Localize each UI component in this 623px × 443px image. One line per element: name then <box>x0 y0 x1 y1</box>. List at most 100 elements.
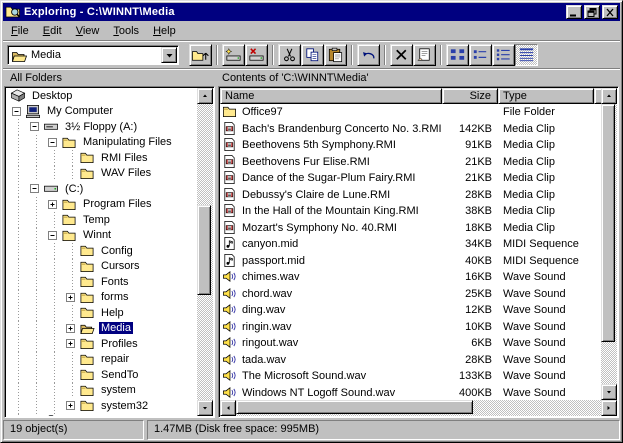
undo-button[interactable] <box>357 44 380 66</box>
tree-item-repair[interactable]: repair <box>6 352 197 368</box>
tree-item-profiles[interactable]: Profiles <box>6 336 197 352</box>
tree-item-config[interactable]: Config <box>6 243 197 259</box>
file-row[interactable]: Beethovens 5th Symphony.RMI91KBMedia Cli… <box>220 137 601 154</box>
address-dropdown-button[interactable] <box>161 47 177 63</box>
tree-vertical-scrollbar[interactable] <box>197 88 213 416</box>
tree-guide <box>9 259 27 275</box>
tree-item-desktop[interactable]: Desktop <box>6 88 197 104</box>
tree-item-winnt[interactable]: Winnt <box>6 228 197 244</box>
file-row[interactable]: ding.wav12KBWave Sound <box>220 302 601 319</box>
scroll-down-button[interactable] <box>601 384 617 400</box>
column-header-sliver[interactable] <box>594 88 601 104</box>
tree-item-label: system32 <box>99 400 150 412</box>
menu-file[interactable]: File <box>4 23 36 39</box>
list-horizontal-scrollbar[interactable] <box>220 400 617 416</box>
address-combobox[interactable]: Media <box>7 45 179 65</box>
tree-expander-plus[interactable] <box>45 197 60 213</box>
tree-item-fonts[interactable]: Fonts <box>6 274 197 290</box>
scroll-thumb[interactable] <box>601 104 615 342</box>
tree-item-wav-files[interactable]: WAV Files <box>6 166 197 182</box>
tree-item-sendto[interactable]: SendTo <box>6 367 197 383</box>
disconnect-network-drive-button[interactable] <box>245 44 268 66</box>
cut-button[interactable] <box>278 44 301 66</box>
file-row[interactable]: The Microsoft Sound.wav133KBWave Sound <box>220 368 601 385</box>
tree-item-temp[interactable]: Temp <box>6 212 197 228</box>
close-button[interactable] <box>602 5 618 19</box>
tree-item-program-files[interactable]: Program Files <box>6 197 197 213</box>
file-row[interactable]: tada.wav28KBWave Sound <box>220 352 601 369</box>
minimize-button[interactable] <box>566 5 582 19</box>
paste-button[interactable] <box>324 44 347 66</box>
column-header-size[interactable]: Size <box>442 88 498 104</box>
restore-button[interactable] <box>584 5 600 19</box>
tree-expander-plus[interactable] <box>63 398 78 414</box>
small-icons-button[interactable] <box>469 44 492 66</box>
list-button[interactable] <box>492 44 515 66</box>
scroll-left-button[interactable] <box>220 400 236 416</box>
scroll-thumb[interactable] <box>236 400 473 414</box>
tree-item-system32[interactable]: system32 <box>6 398 197 414</box>
tree-item-my-computer[interactable]: My Computer <box>6 104 197 120</box>
scroll-up-button[interactable] <box>601 88 617 104</box>
file-row[interactable]: passport.mid40KBMIDI Sequence <box>220 253 601 270</box>
file-row[interactable]: ringin.wav10KBWave Sound <box>220 319 601 336</box>
tree-item-help[interactable]: Help <box>6 305 197 321</box>
file-row[interactable]: In the Hall of the Mountain King.RMI38KB… <box>220 203 601 220</box>
tree-item-manipulating-files[interactable]: Manipulating Files <box>6 135 197 151</box>
file-row[interactable]: Dance of the Sugar-Plum Fairy.RMI21KBMed… <box>220 170 601 187</box>
column-header-type[interactable]: Type <box>498 88 594 104</box>
file-row[interactable]: Debussy's Claire de Lune.RMI28KBMedia Cl… <box>220 187 601 204</box>
tree-expander-minus[interactable] <box>45 135 60 151</box>
file-row[interactable]: Mozart's Symphony No. 40.RMI18KBMedia Cl… <box>220 220 601 237</box>
delete-button[interactable] <box>390 44 413 66</box>
media-clip-icon <box>222 203 238 219</box>
menu-help[interactable]: Help <box>146 23 183 39</box>
file-row[interactable]: Office97File Folder <box>220 104 601 121</box>
tree-item-rmi-files[interactable]: RMI Files <box>6 150 197 166</box>
tree-item-forms[interactable]: forms <box>6 290 197 306</box>
column-header-name[interactable]: Name <box>220 88 442 104</box>
tree-item-c[interactable]: (C:) <box>6 181 197 197</box>
file-row[interactable]: Bach's Brandenburg Concerto No. 3.RMI142… <box>220 121 601 138</box>
tree-item-media[interactable]: Media <box>6 321 197 337</box>
tree-expander-plus[interactable] <box>27 414 42 417</box>
tree-expander-minus[interactable] <box>27 181 42 197</box>
tree-guide <box>45 321 63 337</box>
scroll-right-button[interactable] <box>601 400 617 416</box>
file-row[interactable]: Windows NT Logoff Sound.wav400KBWave Sou… <box>220 385 601 401</box>
list-vertical-scrollbar[interactable] <box>601 88 617 400</box>
tree-item-3-floppy-a[interactable]: 3½ Floppy (A:) <box>6 119 197 135</box>
menu-edit[interactable]: Edit <box>36 23 69 39</box>
scroll-down-button[interactable] <box>197 400 213 416</box>
up-one-level-button[interactable] <box>189 44 212 66</box>
file-row[interactable]: ringout.wav6KBWave Sound <box>220 335 601 352</box>
details-button[interactable] <box>515 44 538 66</box>
scroll-track[interactable] <box>601 104 617 384</box>
tree-expander-plus[interactable] <box>63 290 78 306</box>
menu-view[interactable]: View <box>69 23 107 39</box>
tree-item-cursors[interactable]: Cursors <box>6 259 197 275</box>
file-name: Debussy's Claire de Lune.RMI <box>242 189 390 201</box>
file-row[interactable]: chord.wav25KBWave Sound <box>220 286 601 303</box>
file-size: 40KB <box>442 255 498 267</box>
properties-button[interactable] <box>413 44 436 66</box>
copy-button[interactable] <box>301 44 324 66</box>
menu-tools[interactable]: Tools <box>106 23 146 39</box>
tree-expander-minus[interactable] <box>9 104 24 120</box>
scroll-track[interactable] <box>197 104 213 400</box>
file-row[interactable]: chimes.wav16KBWave Sound <box>220 269 601 286</box>
tree-expander-minus[interactable] <box>27 119 42 135</box>
scroll-up-button[interactable] <box>197 88 213 104</box>
tree-expander-plus[interactable] <box>63 336 78 352</box>
large-icons-button[interactable] <box>446 44 469 66</box>
tree-expander-minus[interactable] <box>45 228 60 244</box>
tree-expander-plus[interactable] <box>63 321 78 337</box>
scroll-track[interactable] <box>236 400 601 416</box>
file-row[interactable]: canyon.mid34KBMIDI Sequence <box>220 236 601 253</box>
tree-item-system[interactable]: system <box>6 383 197 399</box>
scroll-thumb[interactable] <box>197 205 211 295</box>
file-size: 142KB <box>442 123 498 135</box>
map-network-drive-button[interactable] <box>222 44 245 66</box>
file-row[interactable]: Beethovens Fur Elise.RMI21KBMedia Clip <box>220 154 601 171</box>
tree-item-d[interactable]: (D:) <box>6 414 197 417</box>
